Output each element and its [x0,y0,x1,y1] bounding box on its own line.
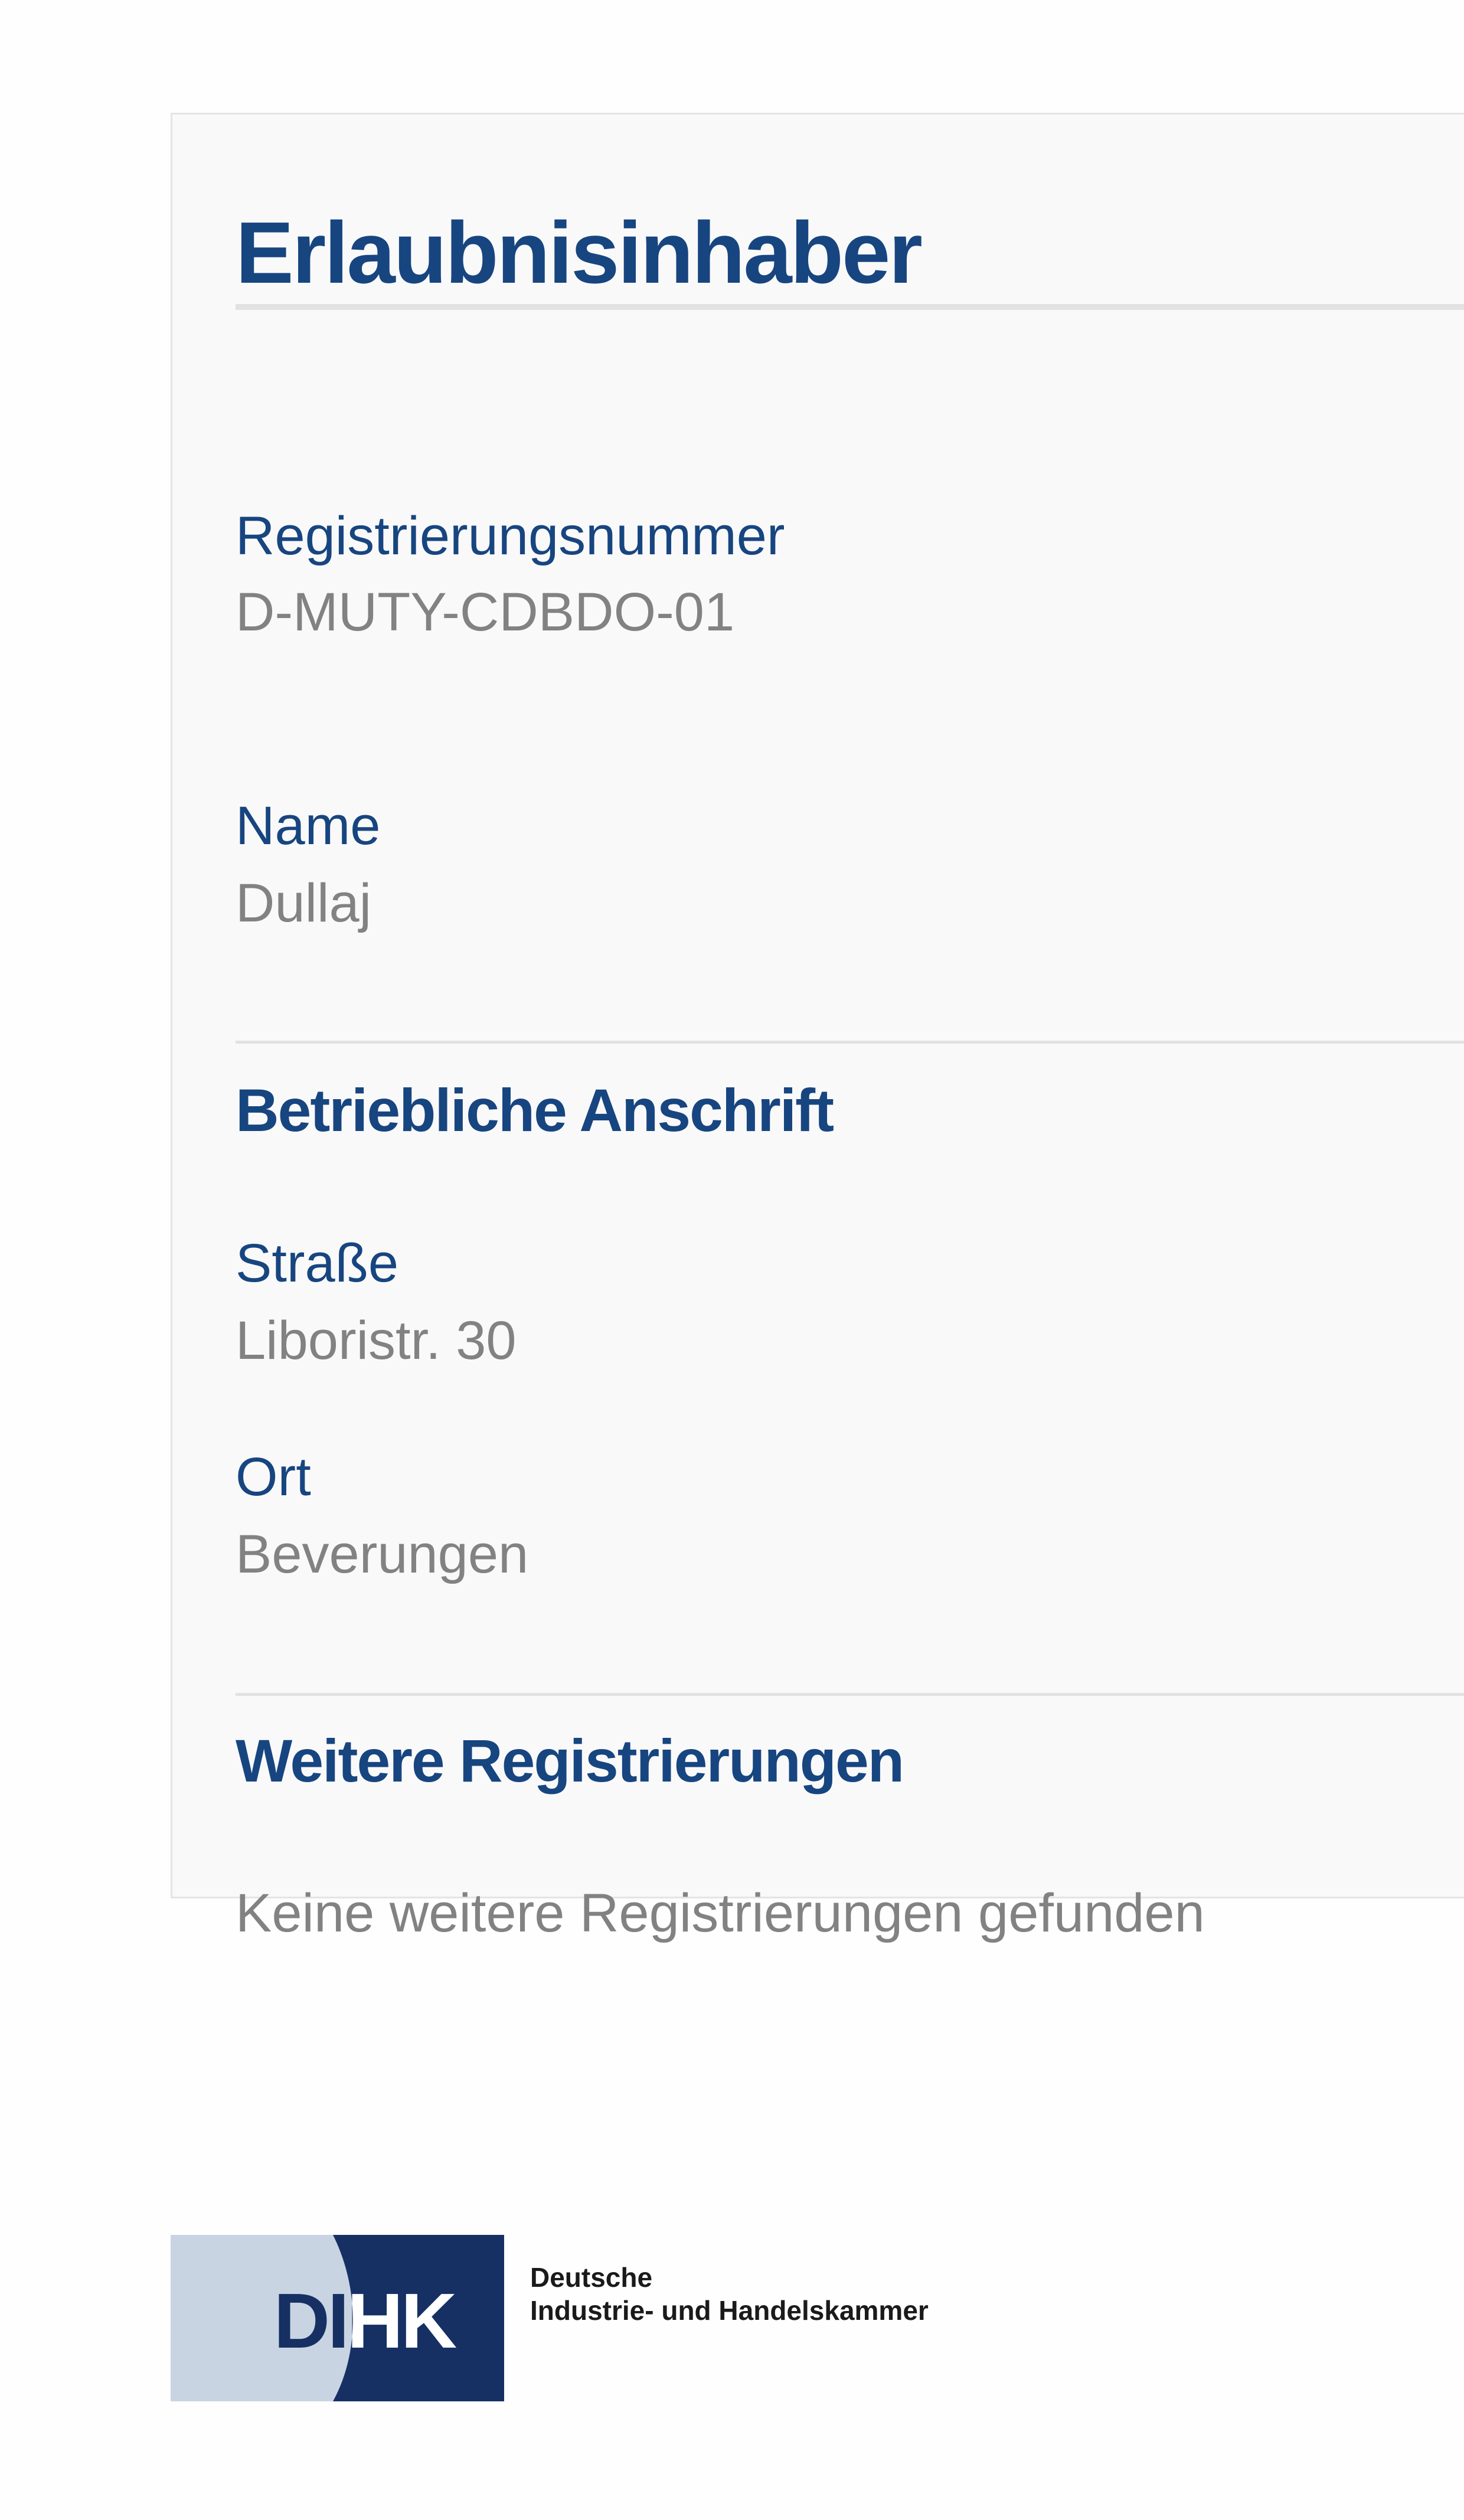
dihk-logo-mark: DIHK DIHK [171,2235,504,2401]
business-address-rule [236,1041,1464,1044]
permit-holder-divider [236,304,1464,310]
business-address-heading: Betriebliche Anschrift [236,1077,834,1144]
city-label: Ort [236,1447,311,1507]
dihk-logo: DIHK DIHK [171,2235,504,2401]
name-value: Dullaj [236,873,372,933]
further-registrations-rule [236,1693,1464,1696]
permit-holder-heading: Erlaubnisinhaber [236,204,923,302]
street-label: Straße [236,1233,399,1293]
registration-number-value: D-MUTY-CDBDO-01 [236,582,735,642]
further-registrations-heading: Weitere Registrierungen [236,1727,904,1795]
no-registrations-message: Keine weitere Registrierungen gefunden [236,1883,1205,1943]
street-value: Liboristr. 30 [236,1310,517,1371]
registration-card: Erlaubnisinhaber Registrierungsnummer D-… [171,113,1464,1943]
logo-text-line-1: Deutsche [530,2262,653,2293]
name-label: Name [236,796,381,856]
registration-number-label: Registrierungsnummer [236,506,785,566]
city-value: Beverungen [236,1524,529,1584]
logo-text-line-2: Industrie- und Handelskammer [530,2295,929,2326]
dihk-logo-text: Deutsche Industrie- und Handelskammer [530,2261,929,2327]
